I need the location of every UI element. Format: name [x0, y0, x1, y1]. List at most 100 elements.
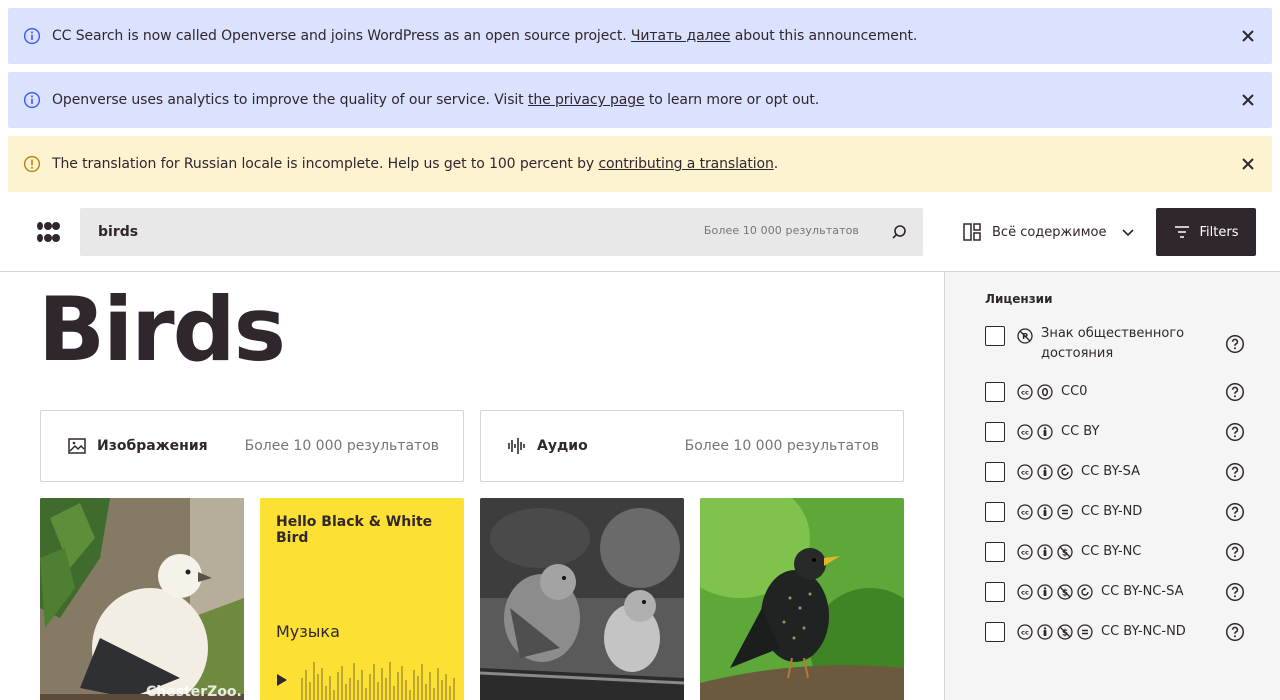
close-banner-button[interactable]: [1224, 140, 1272, 188]
help-icon: [1225, 382, 1245, 402]
nc-icon: $: [1057, 544, 1073, 560]
cc-icon: cc: [1017, 504, 1033, 520]
content-type-select[interactable]: Всё содержимое: [954, 208, 1144, 256]
cc-icon: cc: [1017, 584, 1033, 600]
license-checkbox[interactable]: [985, 422, 1005, 442]
license-option-cc-by[interactable]: cc CC BY: [985, 422, 1245, 442]
license-name: Знак общественного достояния: [1041, 326, 1185, 361]
search-icon: [892, 225, 906, 239]
images-label: Изображения: [97, 438, 208, 454]
help-icon: [1225, 334, 1245, 354]
help-icon: [1225, 462, 1245, 482]
cc-icon: cc: [1017, 424, 1033, 440]
nd-icon: [1057, 504, 1073, 520]
license-checkbox[interactable]: [985, 542, 1005, 562]
license-option-знак-общественного-достояния[interactable]: P Знак общественного достояния: [985, 324, 1245, 364]
license-checkbox[interactable]: [985, 382, 1005, 402]
search-result-count: Более 10 000 результатов: [703, 224, 859, 237]
license-help-button[interactable]: [1225, 382, 1245, 402]
chevron-down-icon: [1120, 224, 1136, 240]
license-option-cc-by-nc-nd[interactable]: cc $ CC BY-NC-ND: [985, 622, 1245, 642]
license-help-button[interactable]: [1225, 422, 1245, 442]
license-checkbox[interactable]: [985, 582, 1005, 602]
search-input[interactable]: [80, 224, 640, 240]
image-icon: [67, 436, 87, 456]
pdm-icon: P: [1017, 328, 1033, 344]
license-checkbox[interactable]: [985, 462, 1005, 482]
translation-banner: The translation for Russian locale is in…: [8, 136, 1272, 192]
license-help-button[interactable]: [1225, 622, 1245, 642]
license-help-button[interactable]: [1225, 542, 1245, 562]
license-checkbox[interactable]: [985, 326, 1005, 346]
banner-text: Openverse uses analytics to improve the …: [52, 92, 820, 108]
filters-label: Filters: [1199, 224, 1239, 240]
filters-button[interactable]: Filters: [1156, 208, 1256, 256]
license-checkbox[interactable]: [985, 502, 1005, 522]
svg-text:cc: cc: [1021, 469, 1029, 477]
search-button[interactable]: [883, 216, 915, 248]
play-icon: [277, 674, 287, 686]
audio-results-card[interactable]: Аудио Более 10 000 результатов: [480, 410, 904, 482]
svg-text:cc: cc: [1021, 429, 1029, 437]
sa-icon: [1077, 584, 1093, 600]
license-option-cc-by-nc-sa[interactable]: cc $ CC BY-NC-SA: [985, 582, 1245, 602]
contribute-translation-link[interactable]: contributing a translation: [598, 156, 773, 172]
nc-icon: $: [1057, 584, 1073, 600]
read-more-link[interactable]: Читать далее: [631, 28, 731, 44]
image-watermark: ChesterZoo.: [146, 684, 242, 700]
content-type-label: Всё содержимое: [992, 224, 1107, 240]
license-option-cc0[interactable]: cc CC0: [985, 382, 1245, 402]
images-results-card[interactable]: Изображения Более 10 000 результатов: [40, 410, 464, 482]
audio-icon: [507, 436, 527, 456]
license-option-cc-by-nc[interactable]: cc $ CC BY-NC: [985, 542, 1245, 562]
sa-icon: [1057, 464, 1073, 480]
license-help-button[interactable]: [1225, 462, 1245, 482]
license-option-cc-by-sa[interactable]: cc CC BY-SA: [985, 462, 1245, 482]
license-name: CC BY-NC-SA: [1101, 584, 1184, 599]
banner-text: The translation for Russian locale is in…: [52, 156, 779, 172]
license-help-button[interactable]: [1225, 502, 1245, 522]
warning-icon: [22, 154, 42, 174]
by-icon: [1037, 504, 1053, 520]
license-option-cc-by-nd[interactable]: cc CC BY-ND: [985, 502, 1245, 522]
image-result-sparrows[interactable]: [480, 498, 684, 700]
svg-text:cc: cc: [1021, 549, 1029, 557]
waveform[interactable]: [300, 660, 456, 700]
image-result-starling[interactable]: [700, 498, 904, 700]
cc-icon: cc: [1017, 464, 1033, 480]
help-icon: [1225, 622, 1245, 642]
cc-icon: cc: [1017, 384, 1033, 400]
image-result-dove[interactable]: ChesterZoo.: [40, 498, 244, 700]
nc-icon: $: [1057, 624, 1073, 640]
license-name: CC BY-SA: [1081, 464, 1140, 479]
close-icon: [1242, 94, 1254, 106]
help-icon: [1225, 422, 1245, 442]
info-icon: [22, 26, 42, 46]
privacy-page-link[interactable]: the privacy page: [528, 92, 645, 108]
banner-text: CC Search is now called Openverse and jo…: [52, 28, 918, 44]
openverse-logo-icon[interactable]: [36, 220, 60, 244]
audio-genre: Музыка: [276, 622, 340, 641]
search-header: Более 10 000 результатов Всё содержимое …: [0, 192, 1280, 272]
license-help-button[interactable]: [1225, 582, 1245, 602]
license-name: CC BY-NC: [1081, 544, 1142, 559]
search-results: Birds Изображения Более 10 000 результат…: [0, 272, 944, 700]
cc-icon: cc: [1017, 544, 1033, 560]
license-help-button[interactable]: [1225, 334, 1245, 354]
audio-result-card[interactable]: Hello Black & White Bird Музыка: [260, 498, 464, 700]
licenses-heading: Лицензии: [985, 292, 1053, 306]
info-icon: [22, 90, 42, 110]
by-icon: [1037, 624, 1053, 640]
zero-icon: [1037, 384, 1053, 400]
close-icon: [1242, 30, 1254, 42]
play-button[interactable]: [274, 672, 290, 688]
audio-count: Более 10 000 результатов: [684, 438, 879, 454]
all-content-icon: [962, 222, 982, 242]
page-title: Birds: [38, 278, 286, 381]
close-banner-button[interactable]: [1224, 12, 1272, 60]
images-count: Более 10 000 результатов: [244, 438, 439, 454]
announcement-banner: CC Search is now called Openverse and jo…: [8, 8, 1272, 64]
license-name: CC BY-NC-ND: [1101, 624, 1186, 639]
license-checkbox[interactable]: [985, 622, 1005, 642]
close-banner-button[interactable]: [1224, 76, 1272, 124]
